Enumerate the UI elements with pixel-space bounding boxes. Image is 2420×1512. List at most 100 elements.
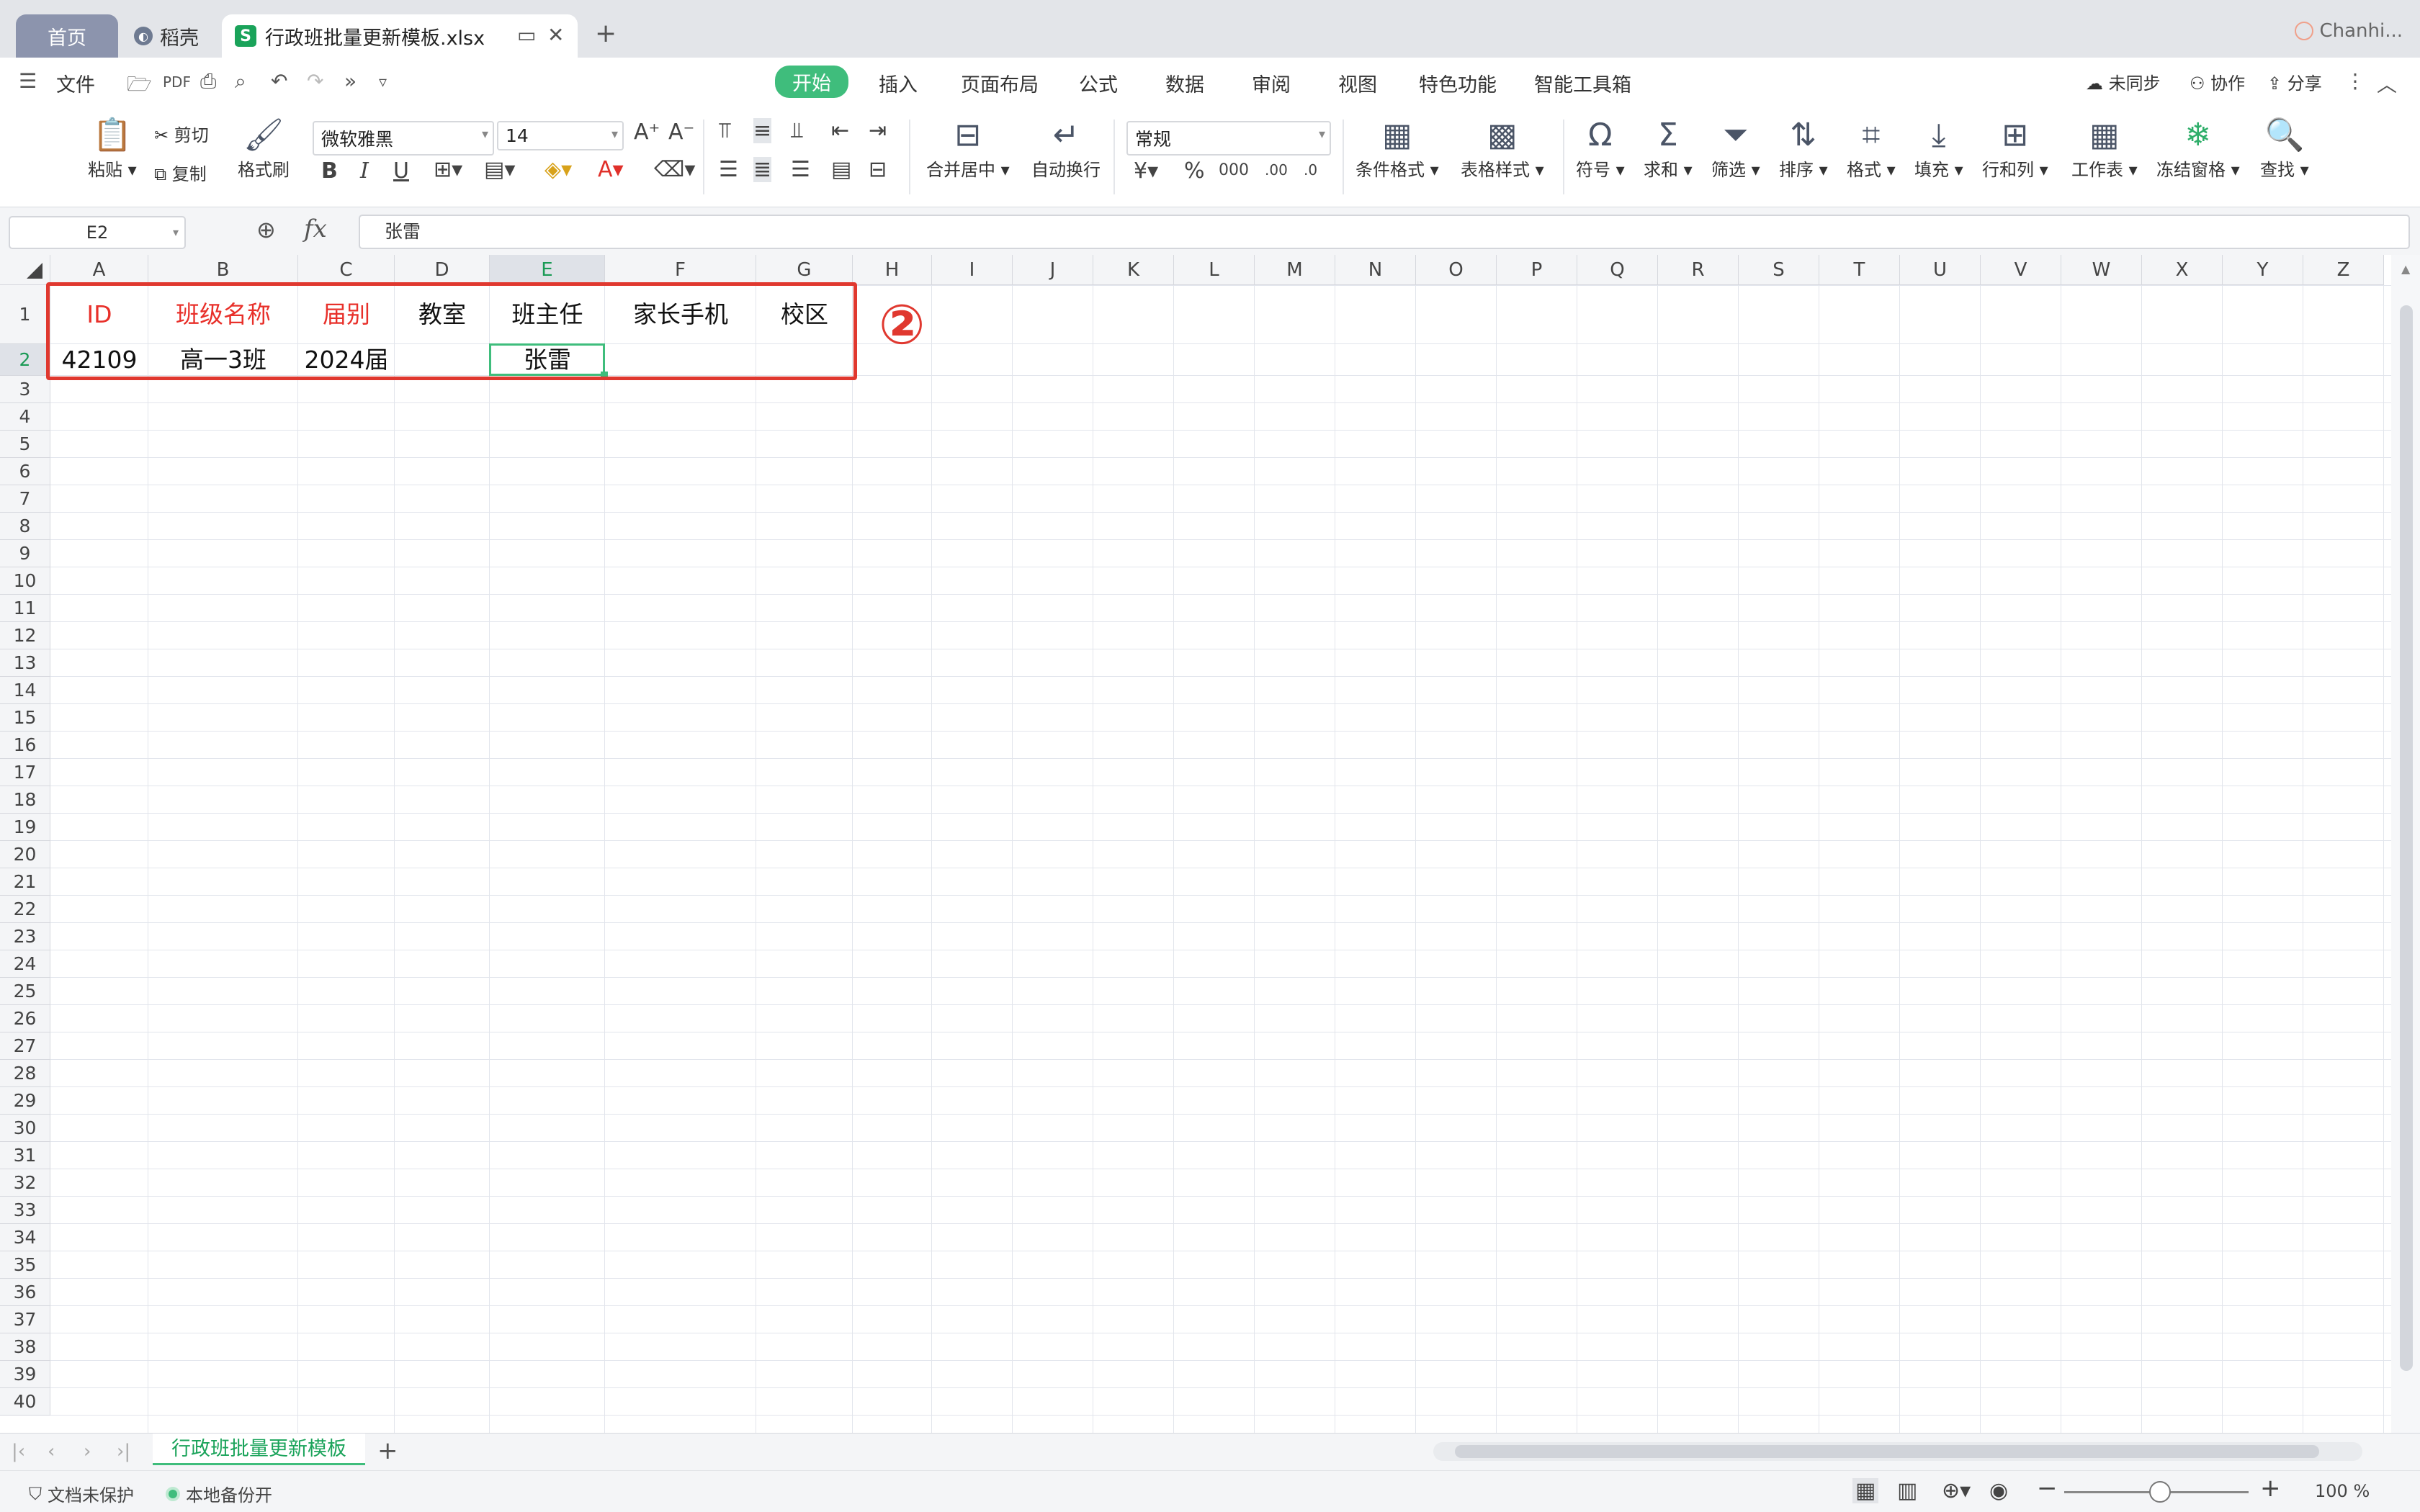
column-header-l[interactable]: L: [1174, 255, 1255, 285]
horizontal-scrollbar[interactable]: [1433, 1442, 2362, 1461]
row-header-20[interactable]: 20: [0, 841, 50, 868]
first-sheet-icon[interactable]: |‹: [12, 1441, 25, 1462]
column-header-v[interactable]: V: [1981, 255, 2061, 285]
select-all-corner[interactable]: [0, 255, 50, 285]
column-header-m[interactable]: M: [1255, 255, 1335, 285]
worksheet-button[interactable]: ▦ 工作表 ▾: [2071, 115, 2138, 181]
row-header-22[interactable]: 22: [0, 896, 50, 923]
row-header-35[interactable]: 35: [0, 1251, 50, 1279]
sort-button[interactable]: ⇅ 排序 ▾: [1779, 115, 1828, 181]
distribute-icon[interactable]: ⊟: [869, 157, 887, 182]
tab-daoke[interactable]: ◐ 稻壳: [122, 14, 216, 58]
row-header-6[interactable]: 6: [0, 458, 50, 485]
more-options-icon[interactable]: ⋮: [2345, 69, 2365, 93]
tab-document[interactable]: S 行政班批量更新模板.xlsx ▭ ✕: [222, 14, 578, 58]
row-header-38[interactable]: 38: [0, 1333, 50, 1361]
row-header-29[interactable]: 29: [0, 1087, 50, 1115]
column-header-t[interactable]: T: [1819, 255, 1900, 285]
tab-start[interactable]: 开始: [775, 66, 848, 98]
prev-sheet-icon[interactable]: ‹: [48, 1441, 55, 1462]
format-button[interactable]: ⌗ 格式 ▾: [1847, 115, 1896, 181]
wrap-text-button[interactable]: ↵ 自动换行: [1031, 115, 1101, 181]
decrease-indent-icon[interactable]: ⇤: [831, 118, 849, 143]
underline-icon[interactable]: U: [393, 158, 409, 184]
column-header-o[interactable]: O: [1416, 255, 1497, 285]
new-tab-button[interactable]: +: [595, 19, 617, 48]
horizontal-scroll-thumb[interactable]: [1455, 1445, 2319, 1458]
column-header-w[interactable]: W: [2061, 255, 2142, 285]
align-center-icon[interactable]: ≣: [753, 157, 772, 182]
name-box[interactable]: E2 ▾: [9, 216, 186, 249]
normal-view-icon[interactable]: ▦: [1852, 1478, 1879, 1503]
column-header-k[interactable]: K: [1093, 255, 1174, 285]
fill-color-icon[interactable]: ◈▾: [544, 157, 572, 182]
row-header-7[interactable]: 7: [0, 485, 50, 513]
column-header-x[interactable]: X: [2142, 255, 2223, 285]
font-color-icon[interactable]: A▾: [598, 157, 624, 182]
align-top-icon[interactable]: ⫪: [719, 118, 731, 143]
user-account[interactable]: Chanhi...: [2295, 20, 2403, 42]
column-header-u[interactable]: U: [1900, 255, 1981, 285]
column-header-j[interactable]: J: [1013, 255, 1093, 285]
font-size-select[interactable]: 14 ▾: [497, 121, 624, 150]
currency-icon[interactable]: ¥▾: [1134, 158, 1158, 184]
copy-button[interactable]: ⧉ 复制: [154, 160, 207, 185]
share-button[interactable]: ⇪ 分享: [2267, 69, 2322, 94]
zoom-level[interactable]: 100 %: [2315, 1481, 2370, 1501]
row-col-button[interactable]: ⊞ 行和列 ▾: [1982, 115, 2048, 181]
row-header-23[interactable]: 23: [0, 923, 50, 950]
tab-view[interactable]: 视图: [1338, 69, 1377, 97]
row-header-8[interactable]: 8: [0, 513, 50, 540]
row-header-27[interactable]: 27: [0, 1032, 50, 1060]
menu-file[interactable]: 文件: [56, 69, 95, 97]
row-header-40[interactable]: 40: [0, 1388, 50, 1416]
collaborate-button[interactable]: ⚇ 协作: [2190, 69, 2245, 94]
row-header-18[interactable]: 18: [0, 786, 50, 814]
sync-status[interactable]: ☁ 未同步: [2086, 69, 2161, 94]
tab-home[interactable]: 首页: [16, 14, 118, 58]
row-header-13[interactable]: 13: [0, 649, 50, 677]
vertical-scrollbar[interactable]: ▲: [2391, 255, 2420, 1433]
font-name-select[interactable]: 微软雅黑 ▾: [313, 121, 494, 156]
row-header-16[interactable]: 16: [0, 732, 50, 759]
document-protection-status[interactable]: ⛉ 文档未保护: [29, 1481, 134, 1506]
tab-special-features[interactable]: 特色功能: [1419, 69, 1497, 97]
vertical-scroll-thumb[interactable]: [2400, 305, 2413, 1371]
column-header-d[interactable]: D: [395, 255, 490, 285]
row-header-24[interactable]: 24: [0, 950, 50, 978]
column-header-c[interactable]: C: [298, 255, 395, 285]
column-header-q[interactable]: Q: [1577, 255, 1658, 285]
more-icon[interactable]: »: [344, 69, 357, 93]
row-header-3[interactable]: 3: [0, 376, 50, 403]
border-icon[interactable]: ⊞▾: [434, 157, 462, 182]
paste-button[interactable]: 📋 粘贴 ▾: [88, 115, 137, 181]
row-header-34[interactable]: 34: [0, 1224, 50, 1251]
column-header-i[interactable]: I: [932, 255, 1013, 285]
decrease-decimal-icon[interactable]: .0: [1304, 161, 1317, 179]
row-header-25[interactable]: 25: [0, 978, 50, 1005]
row-header-37[interactable]: 37: [0, 1306, 50, 1333]
align-right-icon[interactable]: ☰: [791, 157, 810, 182]
italic-icon[interactable]: I: [360, 158, 369, 184]
local-backup-status[interactable]: 本地备份开: [166, 1481, 272, 1506]
row-header-31[interactable]: 31: [0, 1142, 50, 1169]
percent-icon[interactable]: %: [1184, 158, 1205, 184]
column-header-z[interactable]: Z: [2303, 255, 2384, 285]
row-header-39[interactable]: 39: [0, 1361, 50, 1388]
thousands-icon[interactable]: 000: [1219, 161, 1249, 179]
row-header-28[interactable]: 28: [0, 1060, 50, 1087]
collapse-ribbon-icon[interactable]: ︿: [2377, 69, 2397, 98]
row-header-19[interactable]: 19: [0, 814, 50, 841]
table-style-button[interactable]: ▩ 表格样式 ▾: [1461, 115, 1544, 181]
increase-indent-icon[interactable]: ⇥: [869, 118, 887, 143]
column-header-y[interactable]: Y: [2223, 255, 2303, 285]
open-folder-icon[interactable]: 🗁: [127, 69, 152, 104]
close-tab-icon[interactable]: ✕: [547, 23, 564, 47]
sheet-tab-active[interactable]: 行政班批量更新模板: [153, 1434, 365, 1465]
tab-data[interactable]: 数据: [1165, 69, 1204, 97]
next-sheet-icon[interactable]: ›: [84, 1441, 91, 1462]
row-header-4[interactable]: 4: [0, 403, 50, 431]
align-bottom-icon[interactable]: ⫫: [791, 118, 803, 143]
merge-center-button[interactable]: ⊟ 合并居中 ▾: [926, 115, 1010, 181]
insert-function-button[interactable]: fx: [304, 215, 327, 243]
